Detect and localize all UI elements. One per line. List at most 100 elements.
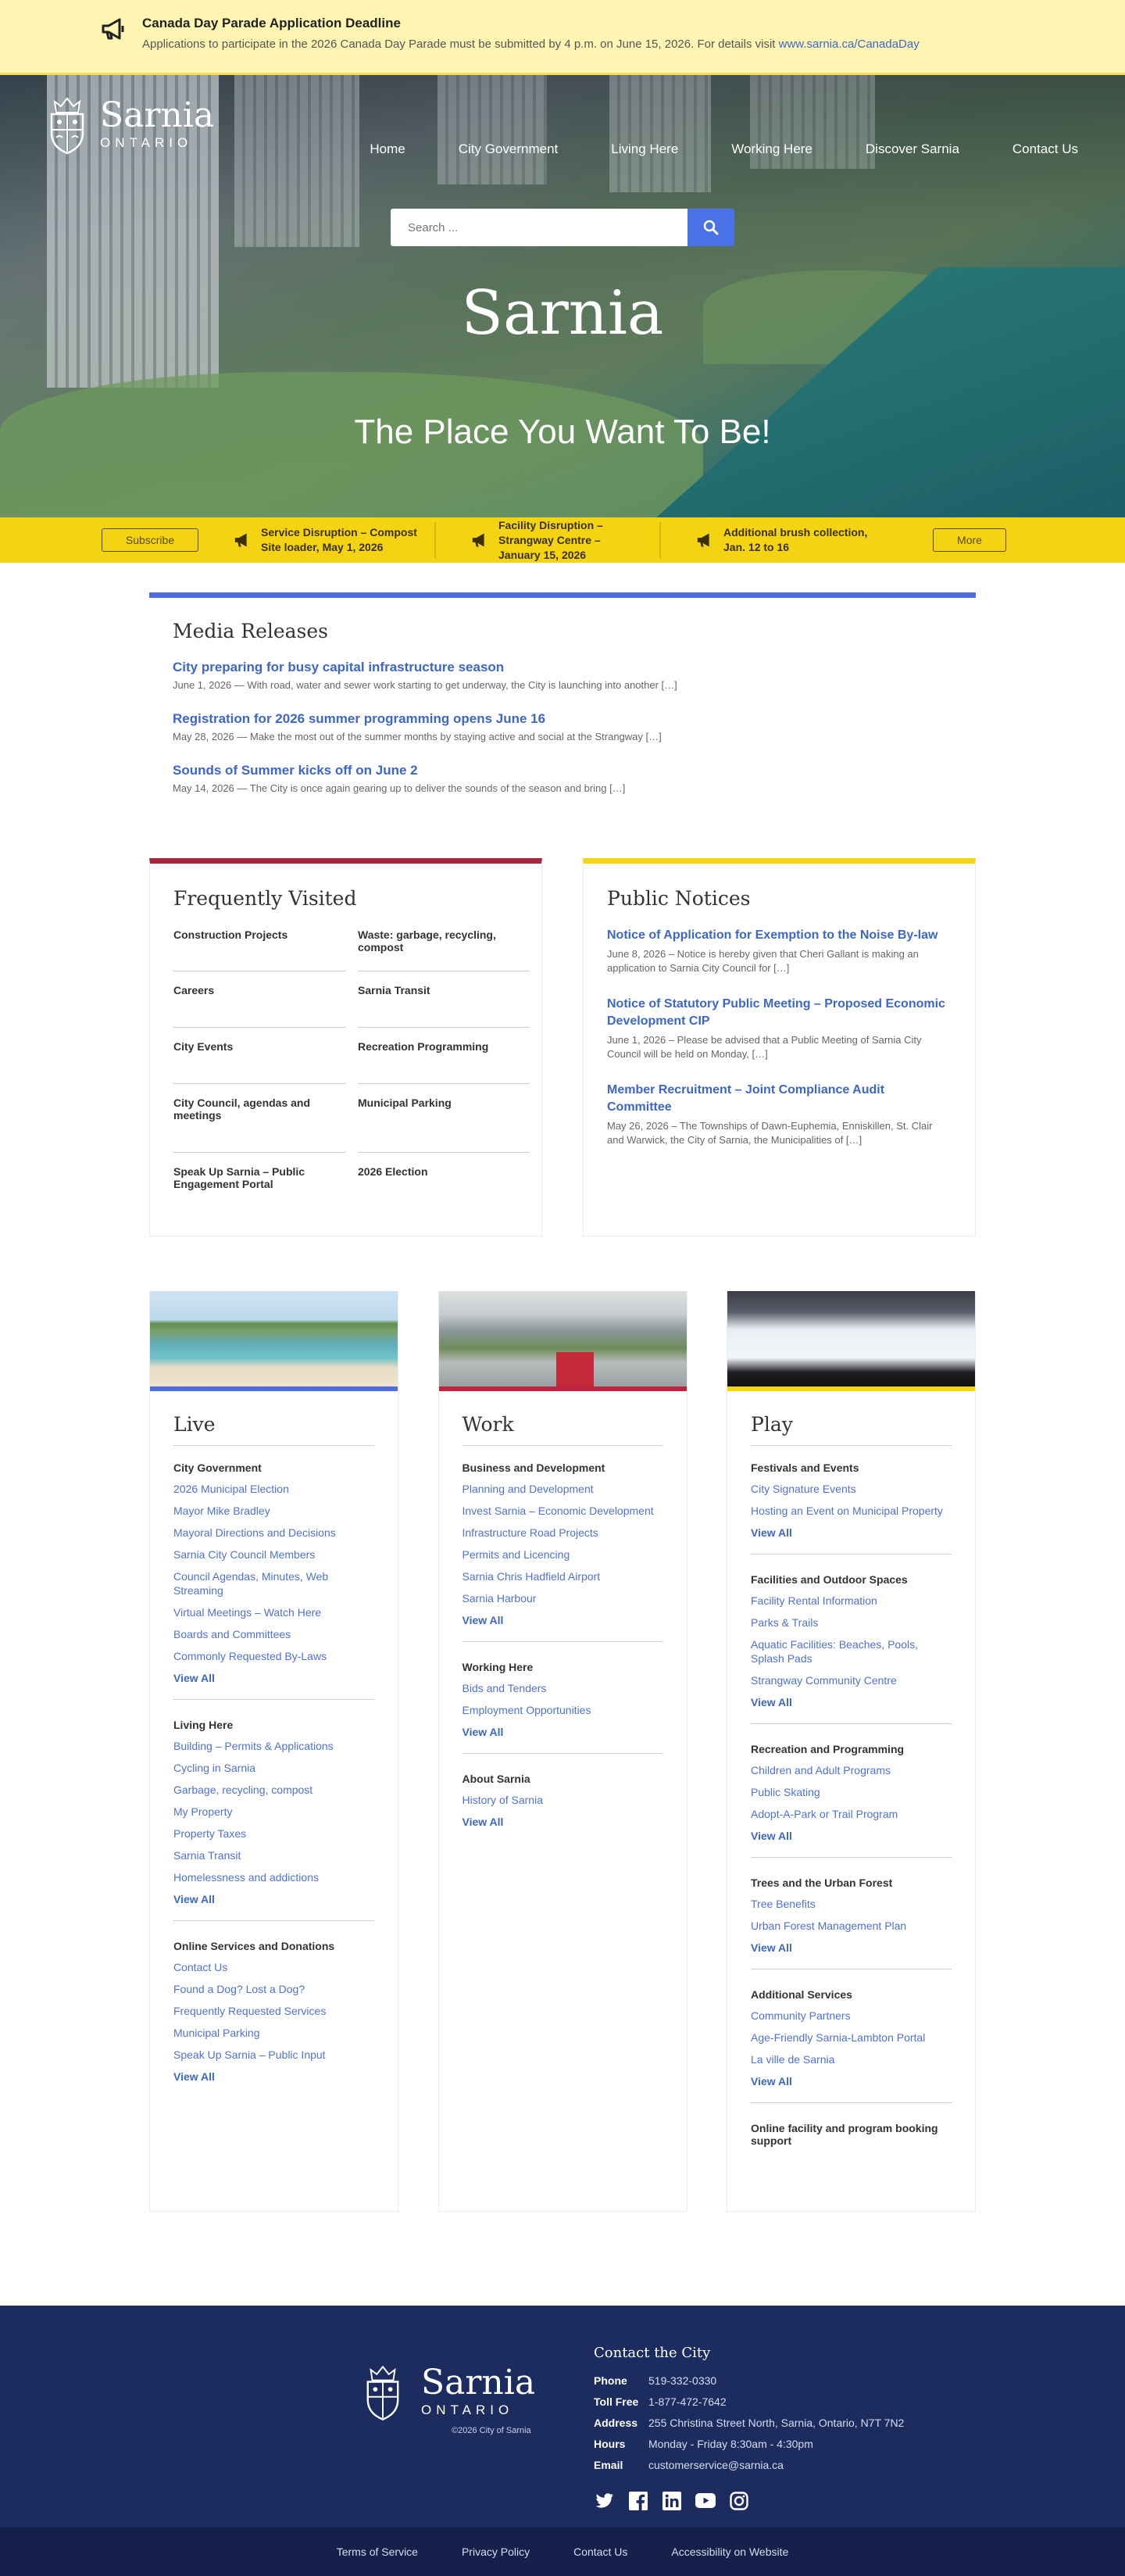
nav-city-government[interactable]: City Government — [459, 141, 559, 157]
group-link[interactable]: Contact Us — [173, 1960, 374, 1974]
group-link[interactable]: Invest Sarnia – Economic Development — [462, 1504, 663, 1518]
frequent-link[interactable]: City Council, agendas and meetings — [173, 1095, 345, 1153]
group-link[interactable]: Property Taxes — [173, 1826, 374, 1841]
frequent-link[interactable]: Municipal Parking — [358, 1095, 530, 1153]
group-link[interactable]: Bids and Tenders — [462, 1681, 663, 1695]
ticker-item-label: Service Disruption – Compost Site loader… — [261, 526, 417, 553]
view-all-link[interactable]: View All — [462, 1613, 663, 1627]
ticker-item[interactable]: Facility Disruption – Strangway Centre –… — [436, 519, 661, 561]
group-link[interactable]: Virtual Meetings – Watch Here — [173, 1605, 374, 1619]
footer-link-contact[interactable]: Contact Us — [573, 2546, 627, 2558]
group-link[interactable]: Mayor Mike Bradley — [173, 1504, 374, 1518]
group-link[interactable]: Garbage, recycling, compost — [173, 1783, 374, 1797]
group-link[interactable]: Sarnia City Council Members — [173, 1547, 374, 1562]
view-all-link[interactable]: View All — [462, 1725, 663, 1739]
public-notice-link[interactable]: Member Recruitment – Joint Compliance Au… — [607, 1082, 952, 1116]
public-notice-link[interactable]: Notice of Statutory Public Meeting – Pro… — [607, 996, 952, 1030]
public-notice-link[interactable]: Notice of Application for Exemption to t… — [607, 927, 952, 944]
group-heading[interactable]: Online facility and program booking supp… — [751, 2122, 952, 2147]
media-release-link[interactable]: City preparing for busy capital infrastr… — [173, 660, 952, 675]
group-link[interactable]: My Property — [173, 1805, 374, 1819]
group-link[interactable]: Found a Dog? Lost a Dog? — [173, 1982, 374, 1996]
search-button[interactable] — [688, 209, 734, 246]
group-link[interactable]: Strangway Community Centre — [751, 1673, 952, 1687]
group-link[interactable]: Sarnia Transit — [173, 1848, 374, 1862]
group-link[interactable]: 2026 Municipal Election — [173, 1482, 374, 1496]
group-link[interactable]: Public Skating — [751, 1785, 952, 1799]
frequent-link[interactable]: Speak Up Sarnia – Public Engagement Port… — [173, 1164, 345, 1209]
group-link[interactable]: Age-Friendly Sarnia-Lambton Portal — [751, 2030, 952, 2045]
group-link[interactable]: Commonly Requested By-Laws — [173, 1649, 374, 1663]
nav-living-here[interactable]: Living Here — [611, 141, 678, 157]
group-link[interactable]: Tree Benefits — [751, 1897, 952, 1911]
group-link[interactable]: Sarnia Chris Hadfield Airport — [462, 1569, 663, 1583]
nav-working-here[interactable]: Working Here — [731, 141, 812, 157]
frequent-link[interactable]: Waste: garbage, recycling, compost — [358, 927, 530, 971]
footer-link-privacy[interactable]: Privacy Policy — [462, 2546, 530, 2558]
frequent-link[interactable]: Recreation Programming — [358, 1039, 530, 1084]
group-link[interactable]: Homelessness and addictions — [173, 1870, 374, 1884]
ticker-item[interactable]: Service Disruption – Compost Site loader… — [198, 522, 436, 558]
twitter-icon[interactable] — [594, 2490, 615, 2511]
media-release-link[interactable]: Sounds of Summer kicks off on June 2 — [173, 763, 952, 778]
frequent-link[interactable]: 2026 Election — [358, 1164, 530, 1209]
ticker-item[interactable]: Additional brush collection, Jan. 12 to … — [661, 522, 886, 558]
media-release-link[interactable]: Registration for 2026 summer programming… — [173, 711, 952, 727]
instagram-icon[interactable] — [728, 2490, 749, 2511]
group-link[interactable]: Council Agendas, Minutes, Web Streaming — [173, 1569, 374, 1597]
nav-discover-sarnia[interactable]: Discover Sarnia — [866, 141, 959, 157]
nav-home[interactable]: Home — [370, 141, 405, 157]
group-link[interactable]: Permits and Licencing — [462, 1547, 663, 1562]
group-link[interactable]: Sarnia Harbour — [462, 1591, 663, 1605]
group-link[interactable]: Community Partners — [751, 2009, 952, 2023]
frequent-link[interactable]: Sarnia Transit — [358, 982, 530, 1028]
frequent-link[interactable]: City Events — [173, 1039, 345, 1084]
search-input[interactable] — [391, 209, 688, 246]
group-link[interactable]: La ville de Sarnia — [751, 2052, 952, 2066]
view-all-link[interactable]: View All — [462, 1815, 663, 1829]
footer-link-accessibility[interactable]: Accessibility on Website — [671, 2546, 788, 2558]
youtube-icon[interactable] — [695, 2490, 716, 2511]
footer-link-terms[interactable]: Terms of Service — [337, 2546, 418, 2558]
view-all-link[interactable]: View All — [751, 1526, 952, 1540]
view-all-link[interactable]: View All — [173, 2070, 374, 2084]
group-link[interactable]: Infrastructure Road Projects — [462, 1526, 663, 1540]
alert-link[interactable]: www.sarnia.ca/CanadaDay — [779, 38, 920, 51]
group-link[interactable]: Employment Opportunities — [462, 1703, 663, 1717]
view-all-link[interactable]: View All — [751, 2074, 952, 2088]
subscribe-button[interactable]: Subscribe — [102, 528, 198, 552]
group-link[interactable]: Building – Permits & Applications — [173, 1739, 374, 1753]
view-all-link[interactable]: View All — [173, 1671, 374, 1685]
group-link[interactable]: Children and Adult Programs — [751, 1763, 952, 1777]
view-all-link[interactable]: View All — [751, 1941, 952, 1955]
group-link[interactable]: Urban Forest Management Plan — [751, 1919, 952, 1933]
group-link[interactable]: Frequently Requested Services — [173, 2004, 374, 2018]
view-all-link[interactable]: View All — [173, 1892, 374, 1906]
group-link[interactable]: Facility Rental Information — [751, 1594, 952, 1608]
group-link[interactable]: Hosting an Event on Municipal Property — [751, 1504, 952, 1518]
nav-contact-us[interactable]: Contact Us — [1012, 141, 1078, 157]
group-link[interactable]: Municipal Parking — [173, 2026, 374, 2040]
site-logo[interactable]: Sarnia ONTARIO — [47, 94, 214, 155]
group-link[interactable]: Speak Up Sarnia – Public Input — [173, 2048, 374, 2062]
view-all-link[interactable]: View All — [751, 1695, 952, 1709]
facebook-icon[interactable] — [627, 2490, 648, 2511]
view-all-link[interactable]: View All — [751, 1829, 952, 1843]
contact-value[interactable]: customerservice@sarnia.ca — [648, 2455, 784, 2476]
contact-value[interactable]: 519-332-0330 — [648, 2370, 716, 2392]
group-link[interactable]: Planning and Development — [462, 1482, 663, 1496]
frequent-link[interactable]: Construction Projects — [173, 927, 345, 971]
group-link[interactable]: Cycling in Sarnia — [173, 1761, 374, 1775]
group-link[interactable]: Aquatic Facilities: Beaches, Pools, Spla… — [751, 1637, 952, 1665]
group-link[interactable]: Boards and Committees — [173, 1627, 374, 1641]
frequent-link[interactable]: Careers — [173, 982, 345, 1028]
more-button[interactable]: More — [933, 528, 1006, 552]
group-link[interactable]: City Signature Events — [751, 1482, 952, 1496]
linkedin-icon[interactable] — [661, 2490, 682, 2511]
group-link[interactable]: History of Sarnia — [462, 1793, 663, 1807]
group-link[interactable]: Parks & Trails — [751, 1615, 952, 1630]
group-link[interactable]: Adopt-A-Park or Trail Program — [751, 1807, 952, 1821]
group-link[interactable]: Mayoral Directions and Decisions — [173, 1526, 374, 1540]
contact-value[interactable]: 1-877-472-7642 — [648, 2392, 727, 2413]
footer-logo[interactable]: Sarnia ONTARIO — [363, 2360, 535, 2423]
